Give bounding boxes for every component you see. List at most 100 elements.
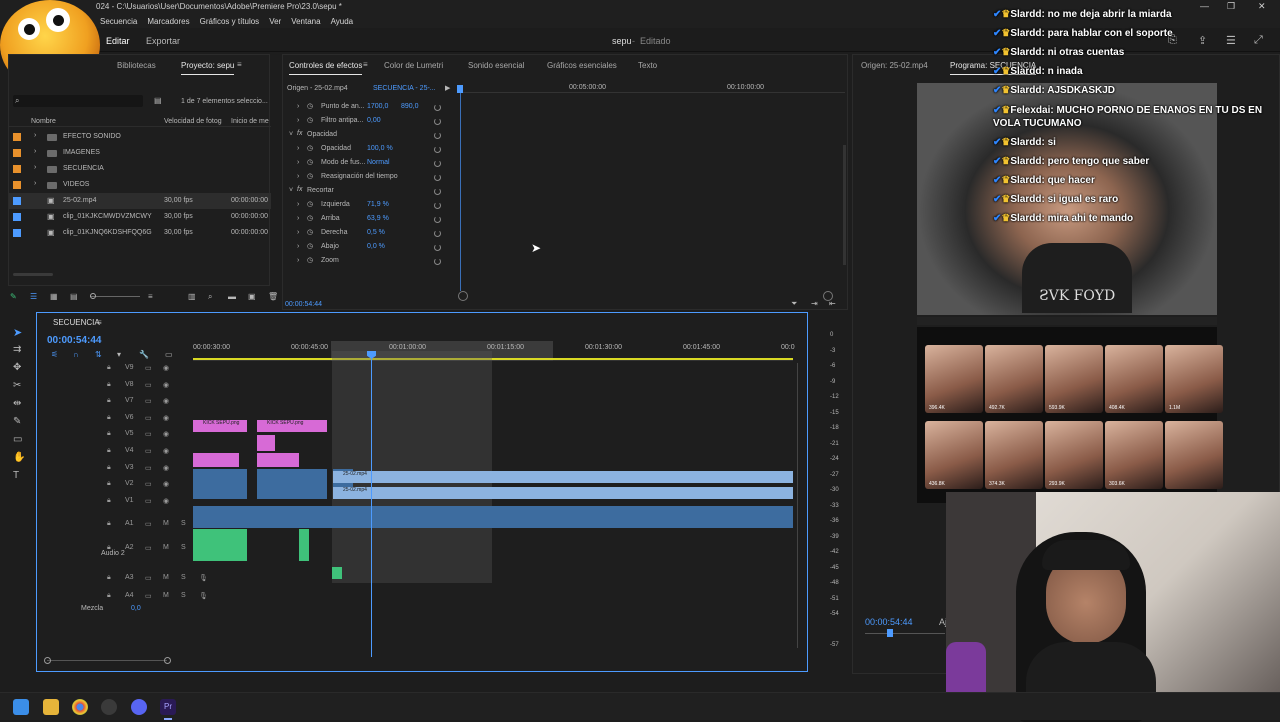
tiktok-thumbnail[interactable]: 492.7K (985, 345, 1043, 413)
track-name[interactable]: V5 (125, 430, 134, 437)
sync-icon[interactable]: ▭ (145, 544, 152, 552)
effect-property-row[interactable]: › ◷ Filtro antipa... 0,00 (283, 115, 457, 129)
project-scrollbar[interactable] (13, 273, 53, 276)
track-name[interactable]: V7 (125, 397, 134, 404)
reset-icon[interactable] (434, 160, 441, 167)
chevron-right-icon[interactable]: › (297, 229, 299, 236)
premiere-icon[interactable]: Pr (160, 699, 176, 715)
sync-icon[interactable]: ▭ (145, 430, 152, 438)
clip-25-02-v1[interactable]: 25-02.mp4 (333, 487, 793, 499)
eye-icon[interactable]: ◉ (163, 464, 169, 472)
fullscreen-icon[interactable]: ⤢ (1254, 34, 1263, 47)
audio-clip-a2-small[interactable] (299, 529, 309, 561)
solo-button[interactable]: S (181, 574, 186, 581)
eye-icon[interactable]: ◉ (163, 480, 169, 488)
reset-icon[interactable] (434, 174, 441, 181)
effect-property-row[interactable]: › ◷ Modo de fus... Normal (283, 157, 457, 171)
source-clip-label[interactable]: Origen - 25-02.mp4 (287, 85, 348, 92)
minimize-icon[interactable]: — (1200, 1, 1209, 11)
tiktok-thumbnail[interactable]: 593.9K (1045, 345, 1103, 413)
lock-icon[interactable]: 🔒︎ (107, 447, 111, 455)
snap-icon[interactable]: ⚟ (51, 350, 58, 359)
property-value[interactable]: 0,00 (367, 117, 381, 124)
lock-icon[interactable]: 🔒︎ (107, 497, 111, 505)
effect-property-row[interactable]: › ◷ Izquierda 71,9 % (283, 199, 457, 213)
panel-menu-icon[interactable]: ≡ (237, 60, 242, 69)
solo-button[interactable]: S (181, 520, 186, 527)
tab-controles-efectos[interactable]: Controles de efectos (289, 61, 363, 75)
col-inicio[interactable]: Inicio de me (231, 118, 269, 125)
tab-exportar[interactable]: Exportar (146, 36, 180, 46)
stopwatch-icon[interactable]: ◷ (307, 158, 313, 166)
mic-icon[interactable]: 🎙︎ (199, 592, 208, 600)
chevron-right-icon[interactable]: › (34, 180, 36, 187)
sequence-clip-label[interactable]: SECUENCIA - 25-... (373, 85, 436, 92)
selection-tool-icon[interactable]: ➤ (13, 326, 22, 339)
label-color-swatch[interactable] (13, 149, 21, 157)
mute-button[interactable]: M (163, 574, 169, 581)
fx-icon[interactable]: fx (297, 130, 302, 137)
tiktok-thumbnail[interactable]: 374.3K (985, 421, 1043, 489)
mic-icon[interactable]: 🎙︎ (199, 574, 208, 582)
tiktok-thumbnail[interactable]: 303.6K (1105, 421, 1163, 489)
type-tool-icon[interactable]: T (13, 470, 19, 481)
clip-25-02-v2[interactable]: 25-02.mp4 (333, 471, 793, 483)
menu-ver[interactable]: Ver (269, 17, 281, 26)
menu-marcadores[interactable]: Marcadores (147, 17, 189, 26)
tab-lumetri[interactable]: Color de Lumetri (384, 61, 443, 70)
close-icon[interactable]: ✕ (1258, 1, 1266, 12)
windows-start-icon[interactable] (13, 699, 29, 715)
eye-icon[interactable]: ◉ (163, 397, 169, 405)
project-item[interactable]: ▣ clip_01KJNQ6KDSHFQQ6G 30,00 fps 00:00:00:… (9, 225, 271, 241)
chevron-right-icon[interactable]: › (297, 117, 299, 124)
sync-icon[interactable]: ▭ (145, 574, 152, 582)
reset-icon[interactable] (434, 202, 441, 209)
property-value[interactable]: 0,0 % (367, 243, 385, 250)
stopwatch-icon[interactable]: ◷ (307, 144, 313, 152)
tab-graficos-esenciales[interactable]: Gráficos esenciales (547, 61, 617, 70)
menu-ventana[interactable]: Ventana (291, 17, 320, 26)
new-bin-icon[interactable]: ▤ (154, 96, 162, 105)
tiktok-thumbnail[interactable] (1165, 421, 1223, 489)
reset-icon[interactable] (434, 230, 441, 237)
track-select-icon[interactable]: ⇉ (13, 344, 21, 355)
sync-icon[interactable]: ▭ (145, 414, 152, 422)
effect-property-row[interactable]: › ◷ Reasignación del tiempo (283, 171, 457, 185)
pencil-icon[interactable]: ✎ (10, 292, 17, 301)
lock-icon[interactable]: 🔒︎ (107, 520, 111, 528)
timeline-playhead[interactable] (371, 351, 372, 657)
project-item[interactable]: ▣ clip_01KJKCMWDVZMCWY 30,00 fps 00:00:00:0… (9, 209, 271, 225)
tab-origen[interactable]: Origen: 25-02.mp4 (861, 61, 928, 70)
eye-icon[interactable]: ◉ (163, 497, 169, 505)
slip-icon[interactable]: ⇹ (13, 398, 21, 409)
tiktok-thumbnail[interactable]: 396.4K (925, 345, 983, 413)
eye-icon[interactable]: ◉ (163, 381, 169, 389)
program-scrubber[interactable] (865, 629, 945, 637)
freeform-view-icon[interactable]: ▤ (70, 292, 78, 301)
filter-icon[interactable]: ⏷ (791, 299, 797, 309)
chevron-right-icon[interactable]: › (34, 132, 36, 139)
sync-icon[interactable]: ▭ (145, 497, 152, 505)
tab-texto[interactable]: Texto (638, 61, 657, 70)
effect-property-row[interactable]: › ◷ Zoom (283, 255, 457, 269)
pen-icon[interactable]: ✎ (13, 416, 21, 427)
tiktok-thumbnail[interactable]: 436.8K (925, 421, 983, 489)
reset-icon[interactable] (434, 146, 441, 153)
property-value[interactable]: 71,9 % (367, 201, 389, 208)
label-color-swatch[interactable] (13, 197, 21, 205)
effects-scrollbar[interactable] (843, 145, 846, 265)
tab-editar[interactable]: Editar (106, 36, 130, 46)
mute-button[interactable]: M (163, 544, 169, 551)
tiktok-thumbnail[interactable]: 408.4K (1105, 345, 1163, 413)
track-name[interactable]: V2 (125, 480, 134, 487)
sync-icon[interactable]: ▭ (145, 480, 152, 488)
property-value[interactable]: 100,0 % (367, 145, 393, 152)
rectangle-icon[interactable]: ▭ (13, 434, 22, 445)
project-search-input[interactable]: ⌕ (13, 95, 143, 107)
stopwatch-icon[interactable]: ◷ (307, 256, 313, 264)
clip-kick-sepu-small[interactable] (257, 453, 299, 467)
sync-icon[interactable]: ▭ (145, 381, 152, 389)
audio-track-header[interactable]: 🔒︎ A4 ▭ M S 🎙︎ (75, 589, 227, 605)
timeline-timecode[interactable]: 00:00:54:44 (47, 335, 101, 346)
chevron-right-icon[interactable]: › (297, 173, 299, 180)
